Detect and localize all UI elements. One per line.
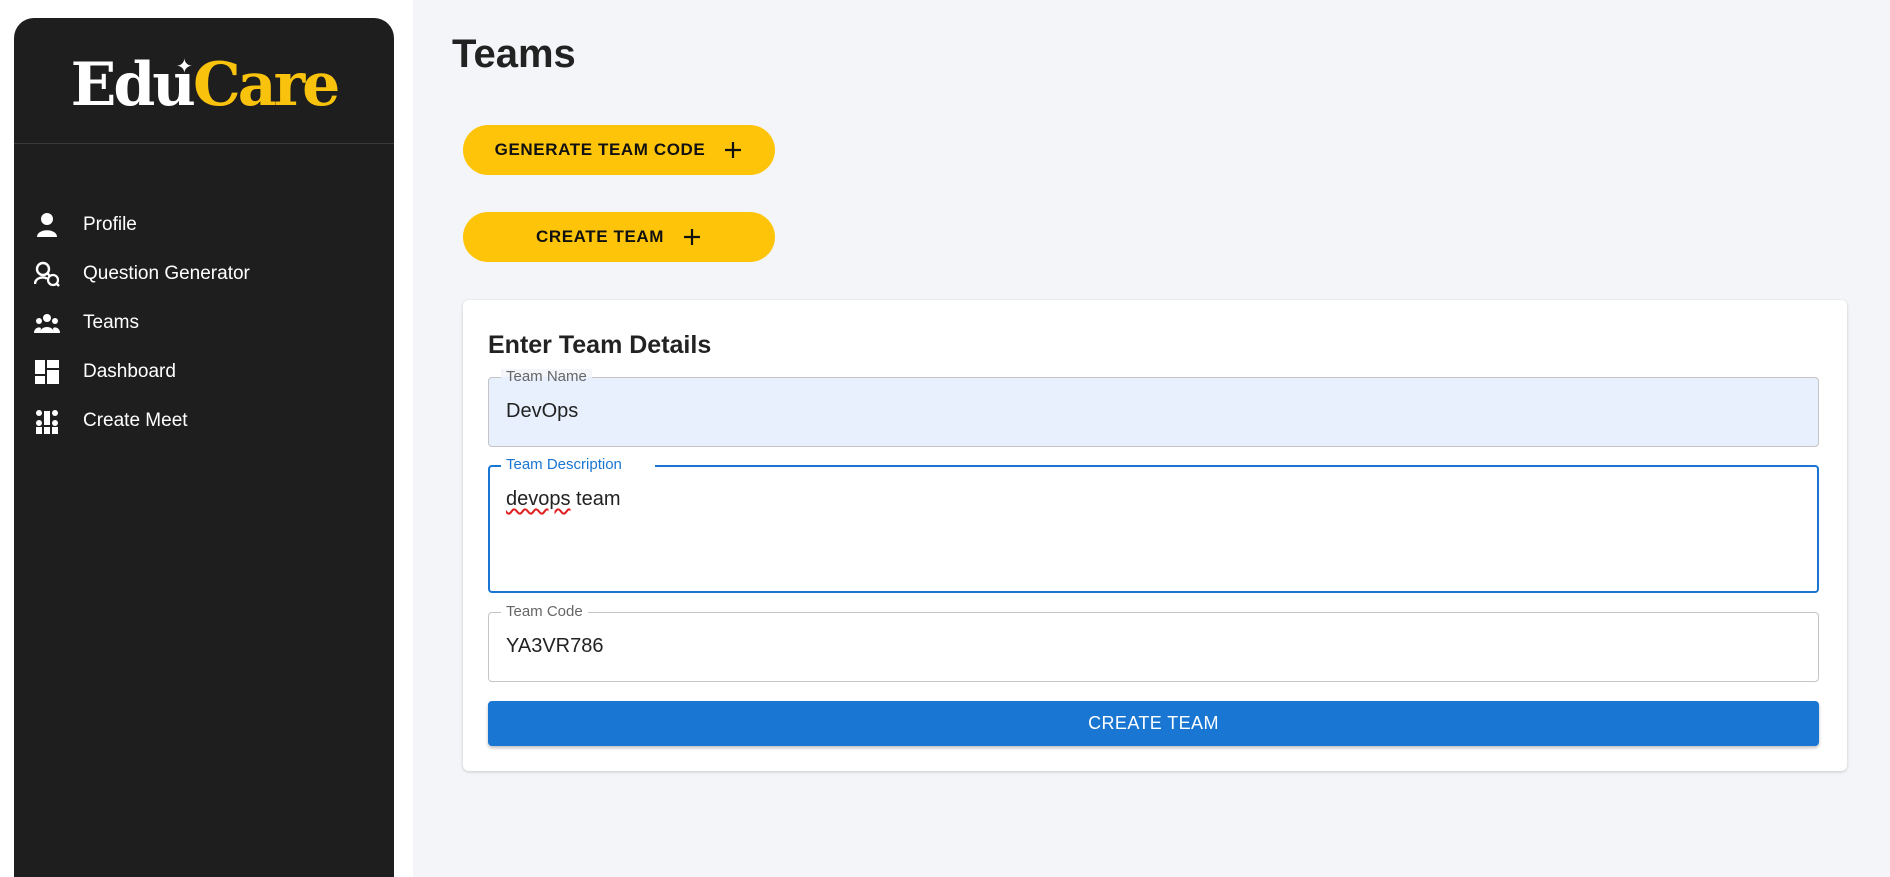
brand-name-part1: Edu bbox=[70, 49, 196, 120]
sidebar-item-question-generator[interactable]: Question Generator bbox=[14, 249, 394, 298]
sidebar-item-label: Profile bbox=[83, 213, 137, 235]
plus-icon bbox=[725, 142, 742, 158]
groups-icon bbox=[34, 310, 60, 336]
generate-team-code-label: GENERATE TEAM CODE bbox=[494, 140, 706, 159]
team-code-label: Team Code bbox=[501, 604, 588, 620]
misspelled-word: devops bbox=[506, 488, 571, 510]
description-rest: team bbox=[570, 488, 621, 510]
team-description-label: Team Description bbox=[501, 457, 655, 473]
sidebar-nav: Profile Question Generator Teams Dashboa… bbox=[14, 200, 394, 445]
sidebar: ✦ EduCare Profile Question Generator Tea… bbox=[14, 18, 394, 877]
person-icon bbox=[34, 212, 60, 238]
sidebar-item-profile[interactable]: Profile bbox=[14, 200, 394, 249]
sidebar-item-create-meet[interactable]: Create Meet bbox=[14, 396, 394, 445]
meeting-icon bbox=[34, 408, 60, 434]
team-name-input[interactable]: DevOps bbox=[506, 400, 578, 423]
page-title: Teams bbox=[452, 32, 576, 76]
team-code-input[interactable]: YA3VR786 bbox=[506, 635, 603, 658]
dashboard-icon bbox=[34, 359, 60, 385]
sidebar-item-label: Question Generator bbox=[83, 262, 250, 284]
sidebar-item-label: Create Meet bbox=[83, 409, 188, 431]
plus-icon bbox=[684, 229, 701, 245]
team-name-field[interactable]: Team Name DevOps bbox=[488, 369, 1819, 447]
sidebar-item-label: Teams bbox=[83, 311, 139, 333]
team-details-card: Enter Team Details Team Name DevOps Team… bbox=[463, 300, 1847, 771]
brand-name-part2: Care bbox=[192, 49, 340, 120]
team-description-input[interactable]: devops team bbox=[506, 488, 621, 511]
create-team-toggle-button[interactable]: CREATE TEAM bbox=[463, 212, 775, 262]
create-team-label: CREATE TEAM bbox=[535, 227, 665, 246]
create-team-submit-button[interactable]: CREATE TEAM bbox=[488, 701, 1819, 746]
form-title: Enter Team Details bbox=[488, 331, 712, 359]
team-description-field[interactable]: Team Description devops team bbox=[488, 457, 1819, 593]
sidebar-item-teams[interactable]: Teams bbox=[14, 298, 394, 347]
team-code-field[interactable]: Team Code YA3VR786 bbox=[488, 604, 1819, 682]
team-name-label: Team Name bbox=[501, 369, 592, 385]
sidebar-item-label: Dashboard bbox=[83, 360, 176, 382]
sidebar-item-dashboard[interactable]: Dashboard bbox=[14, 347, 394, 396]
question-search-icon bbox=[34, 261, 60, 287]
generate-team-code-button[interactable]: GENERATE TEAM CODE bbox=[463, 125, 775, 175]
main-content: Teams GENERATE TEAM CODE CREATE TEAM Ent… bbox=[413, 0, 1890, 877]
brand-logo[interactable]: ✦ EduCare bbox=[14, 18, 394, 144]
